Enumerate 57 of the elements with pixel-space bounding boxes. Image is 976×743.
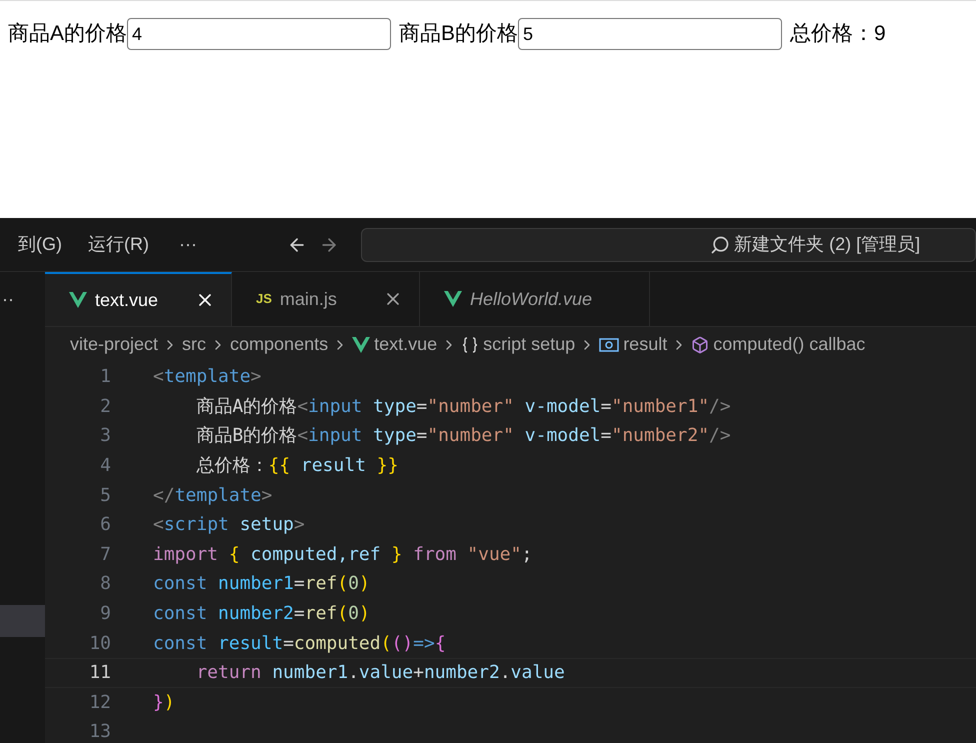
variable-icon (599, 338, 620, 352)
menu-item[interactable]: ··· (179, 231, 197, 258)
code-line: const number2=ref(0) (153, 602, 370, 626)
breadcrumb-item[interactable]: text.vue (374, 331, 438, 358)
line-number: 7 (99, 542, 111, 567)
line-number: 5 (99, 484, 111, 508)
line-number: 6 (99, 513, 111, 538)
cube-icon (691, 336, 710, 354)
tab-label: main.js (280, 288, 337, 311)
code-line: 总价格：{{ result }} (195, 454, 398, 478)
breadcrumb-item[interactable]: components (230, 331, 328, 358)
search-label: 新建文件夹 (2) [管理员] (734, 233, 920, 256)
tab-label: text.vue (95, 288, 158, 312)
editor-tab[interactable]: HelloWorld.vue (420, 272, 650, 326)
breadcrumb-item[interactable]: script setup (483, 331, 576, 358)
code-line: <script setup> (153, 513, 305, 538)
more-actions[interactable]: ··· (0, 286, 14, 313)
line-number: 4 (99, 454, 111, 478)
code-line: 商品B的价格<input type="number" v-model="number2"/> (195, 424, 731, 448)
editor-tab[interactable]: text.vue (45, 272, 232, 326)
code-line: const number1=ref(0) (153, 572, 370, 596)
line-number: 13 (88, 720, 111, 743)
breadcrumb-item[interactable]: vite-project (70, 331, 158, 358)
field-label: 商品B的价格 (399, 21, 518, 47)
breadcrumb-item[interactable]: src (182, 331, 206, 358)
menu-item[interactable]: 运行(R) (88, 231, 149, 258)
breadcrumb-item[interactable]: computed() callbac (713, 331, 866, 358)
line-number: 11 (88, 661, 111, 686)
code-line: }) (153, 690, 175, 715)
js-file-icon: JS (256, 289, 272, 309)
line-number: 3 (99, 424, 111, 448)
braces-icon (461, 336, 480, 352)
code-line: const result=computed(()=>{ (153, 632, 446, 656)
line-number: 9 (99, 602, 111, 626)
total-price-text: 总价格：9 (790, 21, 886, 47)
menu-item[interactable]: 到(G) (18, 231, 62, 258)
line-number: 10 (88, 632, 111, 656)
code-line: <template> (153, 365, 262, 390)
code-line: 商品A的价格<input type="number" v-model="number1"/> (195, 394, 731, 419)
command-search-bar[interactable]: 新建文件夹 (2) [管理员] (361, 228, 976, 262)
code-line: import { computed,ref } from "vue"; (153, 542, 532, 567)
breadcrumb-item[interactable]: result (623, 331, 668, 358)
vue-logo-icon (444, 291, 462, 307)
line-number: 8 (99, 572, 111, 596)
vue-logo-icon (352, 336, 370, 352)
field-label: 商品A的价格 (8, 21, 128, 47)
code-line: return number1.value+number2.value (195, 661, 565, 686)
vue-logo-icon (69, 292, 87, 308)
tab-label: HelloWorld.vue (470, 288, 592, 310)
number-input[interactable]: 5 (518, 18, 782, 50)
search-icon (710, 234, 730, 254)
line-number: 1 (99, 365, 111, 390)
line-number: 2 (99, 394, 111, 419)
number-input[interactable]: 4 (127, 18, 392, 50)
editor-tab[interactable]: JS main.js (232, 272, 420, 326)
line-number: 12 (88, 690, 111, 715)
code-line: </template> (153, 484, 272, 508)
